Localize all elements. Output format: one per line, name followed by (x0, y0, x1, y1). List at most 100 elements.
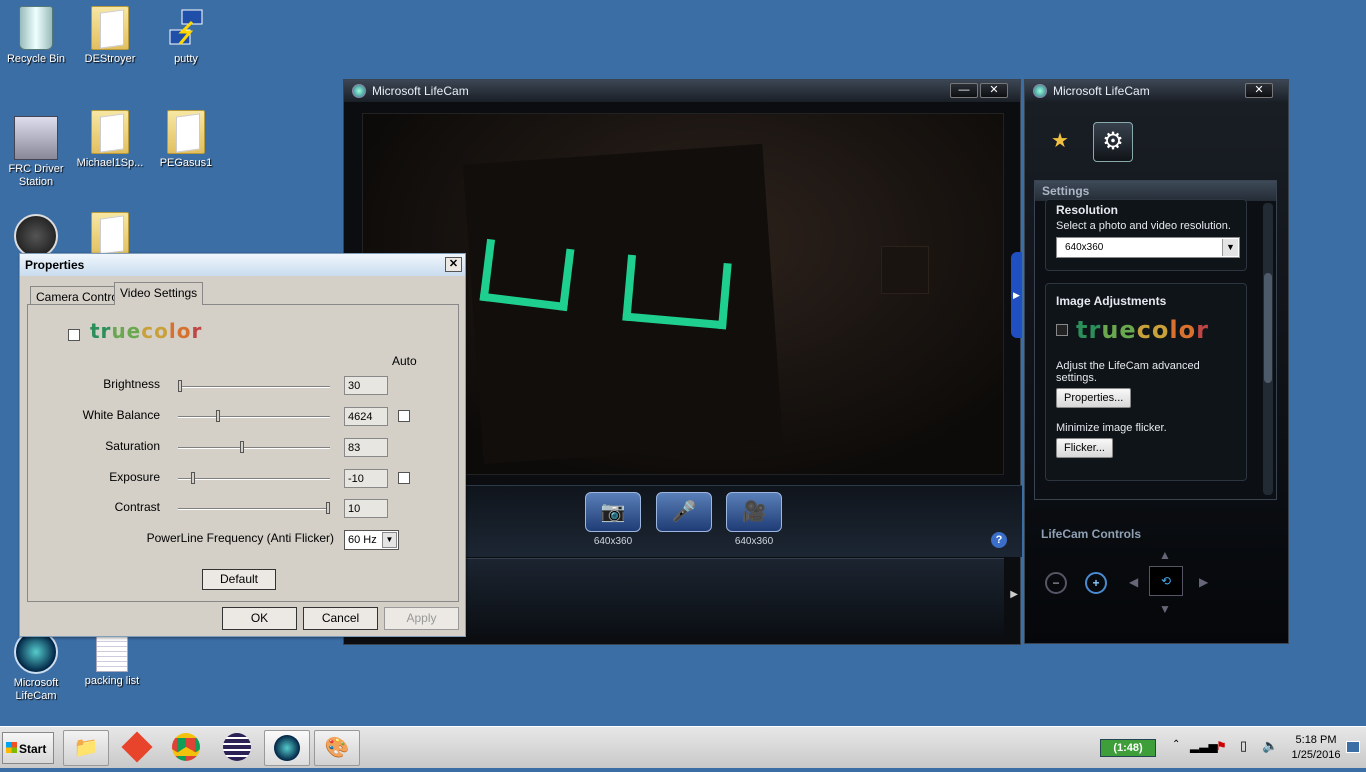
advanced-settings-text: Adjust the LifeCam advanced settings. (1056, 360, 1200, 384)
exposure-value[interactable]: -10 (344, 469, 388, 488)
desktop-icon-frc-driver-station[interactable]: FRC Driver Station (0, 116, 72, 189)
white-balance-slider[interactable] (178, 410, 330, 422)
desktop-icon-label: FRC Driver Station (8, 163, 64, 188)
resolution-desc: Select a photo and video resolution. (1056, 220, 1231, 232)
slider-thumb[interactable] (191, 472, 195, 484)
video-resolution-label: 640x360 (734, 536, 774, 547)
video-green-target-left (479, 238, 575, 312)
folder-icon (91, 212, 129, 256)
folder-icon (91, 110, 129, 154)
desktop-icon-label: putty (174, 53, 198, 65)
effects-tab[interactable]: ★ (1051, 128, 1069, 153)
white-balance-value[interactable]: 4624 (344, 407, 388, 426)
truecolor-checkbox[interactable] (1056, 324, 1068, 336)
windows-logo-icon (6, 742, 17, 753)
properties-button[interactable]: Properties... (1056, 388, 1132, 408)
apply-button[interactable]: Apply (384, 607, 459, 630)
tab-camera-control[interactable]: Camera Control (30, 286, 127, 305)
contrast-slider[interactable] (178, 502, 330, 514)
brightness-slider[interactable] (178, 380, 330, 392)
face-track-button[interactable]: ⟲ (1149, 566, 1183, 596)
slider-thumb[interactable] (178, 380, 182, 392)
desktop-icon-recycle-bin[interactable]: Recycle Bin (0, 6, 72, 66)
flicker-button[interactable]: Flicker... (1056, 438, 1113, 458)
tab-video-settings[interactable]: Video Settings (114, 282, 204, 305)
white-balance-auto-checkbox[interactable] (398, 410, 410, 422)
pan-down-icon[interactable]: ▼ (1159, 602, 1171, 616)
power-icon[interactable]: ▯ (1240, 738, 1247, 754)
desktop-icon-folder[interactable] (74, 212, 146, 259)
ok-button[interactable]: OK (222, 607, 297, 630)
minimize-button[interactable]: — (950, 83, 978, 98)
gallery-next-arrow-icon[interactable]: ▶ (1010, 589, 1018, 600)
settings-scrollbar[interactable] (1263, 203, 1273, 495)
desktop-icon-putty[interactable]: putty (150, 6, 222, 66)
slider-thumb[interactable] (240, 441, 244, 453)
contrast-value[interactable]: 10 (344, 499, 388, 518)
taskbar-lifecam[interactable] (264, 730, 310, 766)
desktop-icon-packing-list[interactable]: packing list (76, 636, 148, 688)
pan-right-icon[interactable]: ▶ (1199, 575, 1208, 589)
scrollbar-thumb[interactable] (1264, 273, 1272, 383)
zoom-in-icon[interactable]: + (1085, 572, 1107, 594)
close-button[interactable]: ✕ (980, 83, 1008, 98)
start-label: Start (19, 742, 47, 756)
desktop-icon-destroyer[interactable]: DEStroyer (74, 6, 146, 66)
taskbar-chrome[interactable] (163, 730, 209, 766)
pan-left-icon[interactable]: ◀ (1129, 575, 1138, 589)
putty-icon (164, 6, 208, 50)
volume-icon[interactable]: 🔈 (1262, 738, 1278, 754)
truecolor-logo: truecolor (90, 319, 203, 343)
network-signal-icon[interactable]: ▂▃▅ (1190, 739, 1218, 753)
desktop-icon-michael1sp[interactable]: Michael1Sp... (74, 110, 146, 170)
desktop-icon-label: Microsoft LifeCam (13, 677, 59, 702)
default-button[interactable]: Default (202, 569, 276, 590)
photo-capture-button[interactable]: 📷 (585, 492, 641, 532)
system-clock[interactable]: 5:18 PM 1/25/2016 (1286, 733, 1346, 763)
pan-up-icon[interactable]: ▲ (1159, 548, 1171, 562)
action-center-icon[interactable]: ⚑ (1216, 739, 1227, 753)
lifecam-icon (274, 735, 300, 761)
help-button[interactable]: ? (991, 532, 1007, 548)
exposure-slider[interactable] (178, 472, 330, 484)
taskbar-eclipse[interactable] (214, 730, 260, 766)
exposure-label: Exposure (109, 470, 160, 484)
show-desktop-icon[interactable] (1346, 741, 1360, 753)
resolution-select[interactable]: 640x360 ▼ (1056, 237, 1240, 258)
settings-header: Settings (1035, 181, 1276, 201)
cancel-button[interactable]: Cancel (303, 607, 378, 630)
desktop-icon-microsoft-lifecam[interactable]: Microsoft LifeCam (0, 630, 72, 703)
zoom-out-icon[interactable]: − (1045, 572, 1067, 594)
image-adjustments-group: Image Adjustments truecolor Adjust the L… (1045, 283, 1247, 481)
lifecam-logo-icon (1033, 84, 1047, 98)
taskbar-paint[interactable]: 🎨 (314, 730, 360, 766)
powerline-frequency-select[interactable]: 60 Hz ▼ (344, 530, 399, 550)
brightness-value[interactable]: 30 (344, 376, 388, 395)
slider-thumb[interactable] (326, 502, 330, 514)
desktop-icon-pegasus1[interactable]: PEGasus1 (150, 110, 222, 170)
microphone-icon: 🎤 (671, 501, 697, 523)
show-hidden-icons-icon[interactable]: ⌃ (1172, 739, 1180, 750)
slider-thumb[interactable] (216, 410, 220, 422)
desktop-icon-label: Recycle Bin (6, 53, 66, 65)
saturation-slider[interactable] (178, 441, 330, 453)
powerline-frequency-label: PowerLine Frequency (Anti Flicker) (146, 531, 334, 545)
close-button[interactable]: ✕ (445, 257, 462, 272)
desktop-icon-label: Michael1Sp... (76, 157, 144, 169)
taskbar-file-explorer[interactable]: 📁 (63, 730, 109, 766)
side-panel-toggle[interactable]: ▶ (1011, 252, 1022, 338)
audio-button[interactable]: 🎤 (656, 492, 712, 532)
video-capture-button[interactable]: 🎥 (726, 492, 782, 532)
saturation-value[interactable]: 83 (344, 438, 388, 457)
start-button[interactable]: Start (2, 732, 54, 764)
taskbar-git[interactable] (114, 730, 160, 766)
properties-title: Properties (25, 258, 85, 272)
white-balance-label: White Balance (82, 408, 160, 422)
battery-indicator[interactable]: (1:48) (1100, 739, 1156, 757)
properties-dialog: Properties ✕ Camera Control Video Settin… (19, 253, 466, 637)
truecolor-checkbox[interactable] (68, 329, 80, 341)
close-button[interactable]: ✕ (1245, 83, 1273, 98)
exposure-auto-checkbox[interactable] (398, 472, 410, 484)
settings-tab[interactable]: ⚙ (1093, 122, 1133, 162)
flicker-text: Minimize image flicker. (1056, 422, 1167, 434)
